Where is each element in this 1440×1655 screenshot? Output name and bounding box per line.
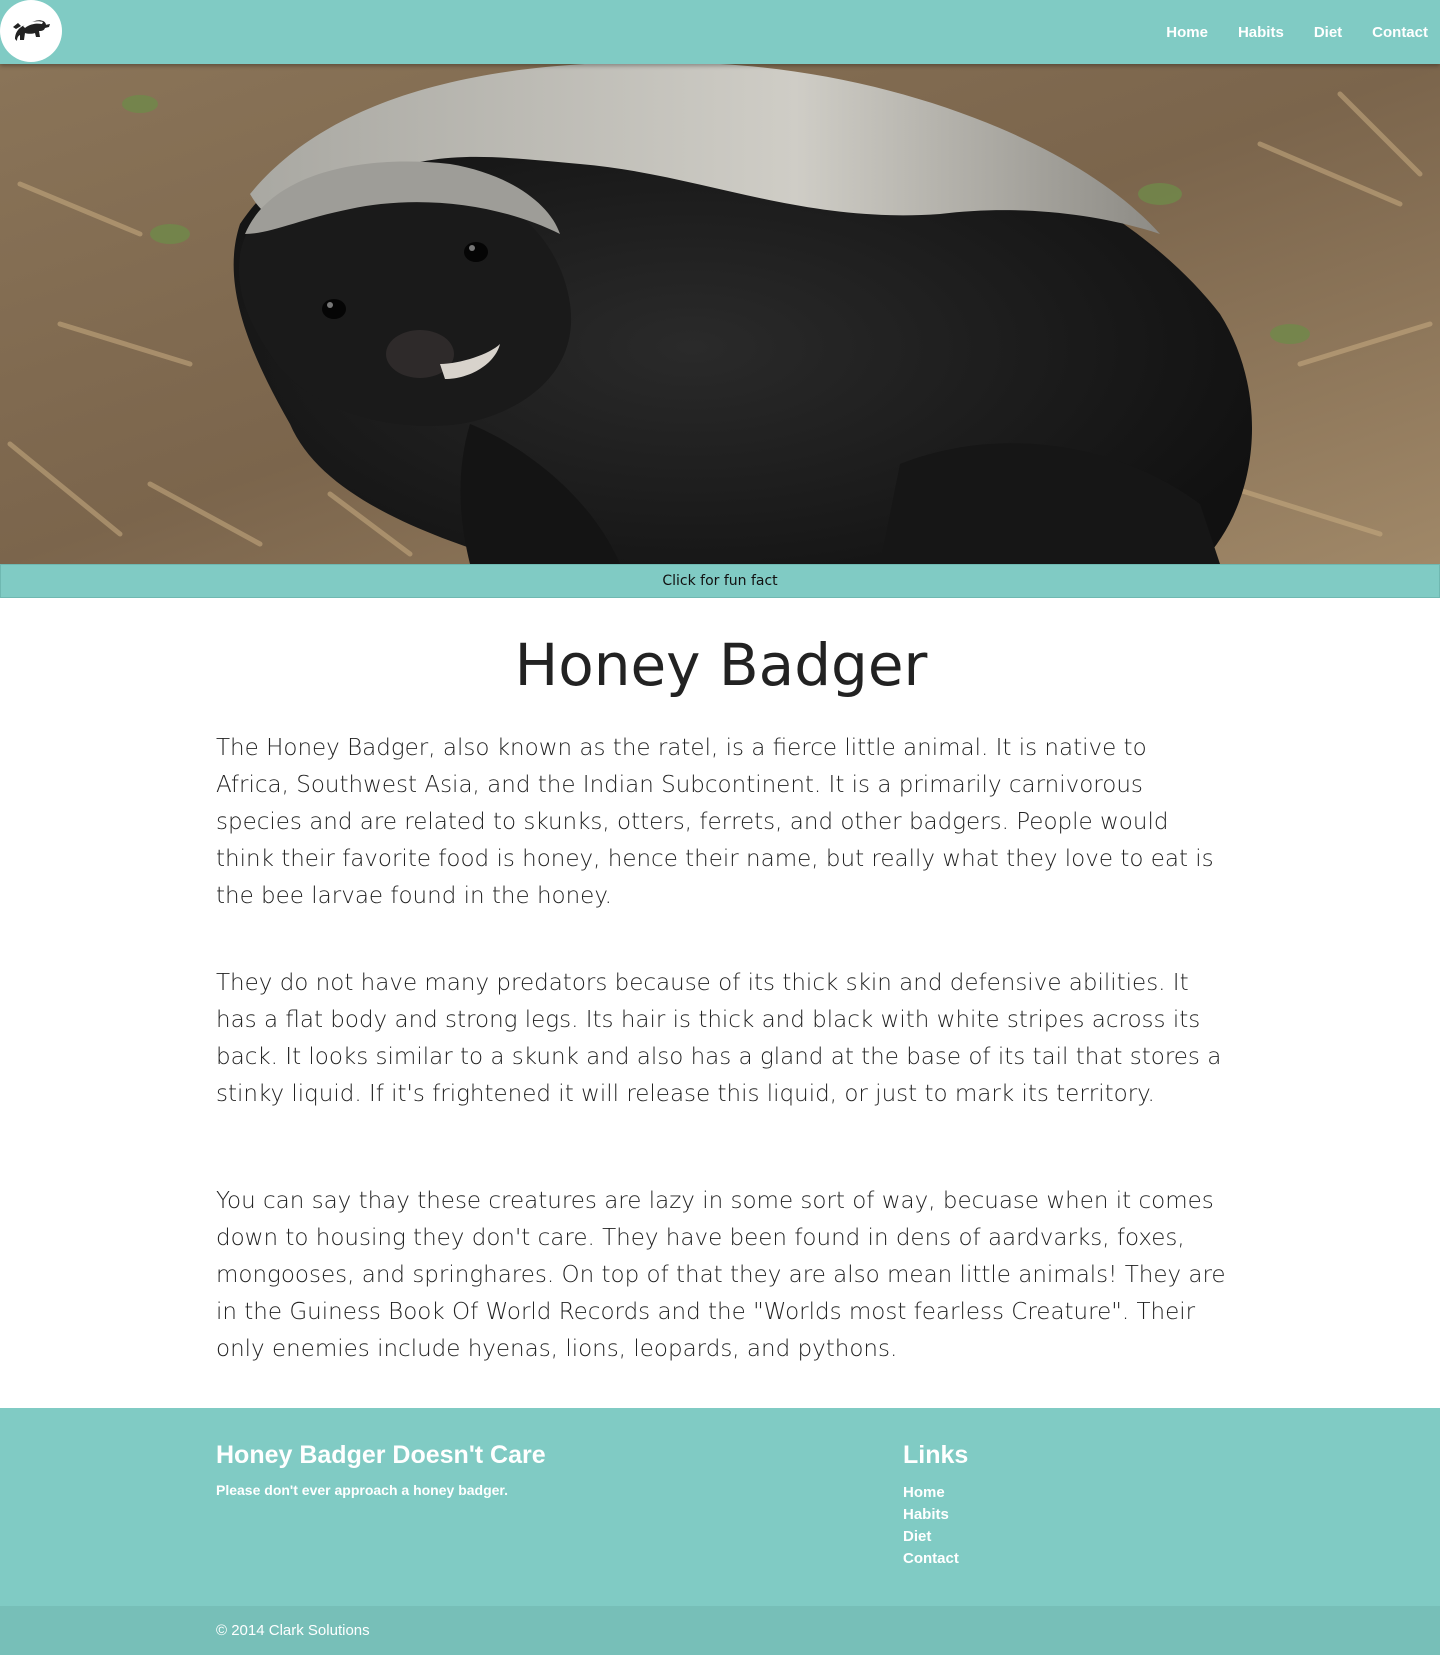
honey-badger-photo — [0, 64, 1440, 564]
footer-title: Honey Badger Doesn't Care — [216, 1441, 546, 1469]
logo-link[interactable] — [0, 0, 62, 62]
fun-fact-button[interactable]: Click for fun fact — [0, 564, 1440, 598]
paragraph-habits: You can say thay these creatures are laz… — [216, 1188, 1226, 1362]
footer-about: Honey Badger Doesn't Care Please don't e… — [216, 1438, 546, 1498]
paragraph-intro: The Honey Badger, also known as the rate… — [216, 735, 1214, 909]
nav-diet[interactable]: Diet — [1314, 24, 1342, 41]
main-content: Honey Badger The Honey Badger, also know… — [216, 620, 1226, 1368]
footer: Honey Badger Doesn't Care Please don't e… — [0, 1408, 1440, 1606]
paragraph-predators: They do not have many predators because … — [216, 970, 1222, 1107]
footer-links-section: Links Home Habits Diet Contact — [903, 1438, 968, 1570]
main-nav: Home Habits Diet Contact — [1136, 0, 1428, 64]
footer-links-list: Home Habits Diet Contact — [903, 1482, 968, 1570]
footer-links-title: Links — [903, 1441, 969, 1469]
page-title: Honey Badger — [514, 631, 928, 699]
honey-badger-logo-icon — [13, 20, 50, 41]
copyright-text: © 2014 Clark Solutions — [216, 1622, 370, 1639]
list-item: Diet — [903, 1526, 968, 1548]
list-item: Contact — [903, 1548, 968, 1570]
footer-link-habits[interactable]: Habits — [903, 1506, 949, 1523]
footer-tagline: Please don't ever approach a honey badge… — [216, 1482, 508, 1498]
footer-link-diet[interactable]: Diet — [903, 1528, 931, 1545]
list-item: Home — [903, 1482, 968, 1504]
list-item: Habits — [903, 1504, 968, 1526]
nav-home[interactable]: Home — [1166, 24, 1208, 41]
copyright-bar: © 2014 Clark Solutions — [0, 1606, 1440, 1655]
nav-contact[interactable]: Contact — [1372, 24, 1428, 41]
nav-habits[interactable]: Habits — [1238, 24, 1284, 41]
hero-image — [0, 64, 1440, 564]
footer-link-home[interactable]: Home — [903, 1484, 945, 1501]
footer-link-contact[interactable]: Contact — [903, 1550, 959, 1567]
top-navbar: Home Habits Diet Contact — [0, 0, 1440, 64]
